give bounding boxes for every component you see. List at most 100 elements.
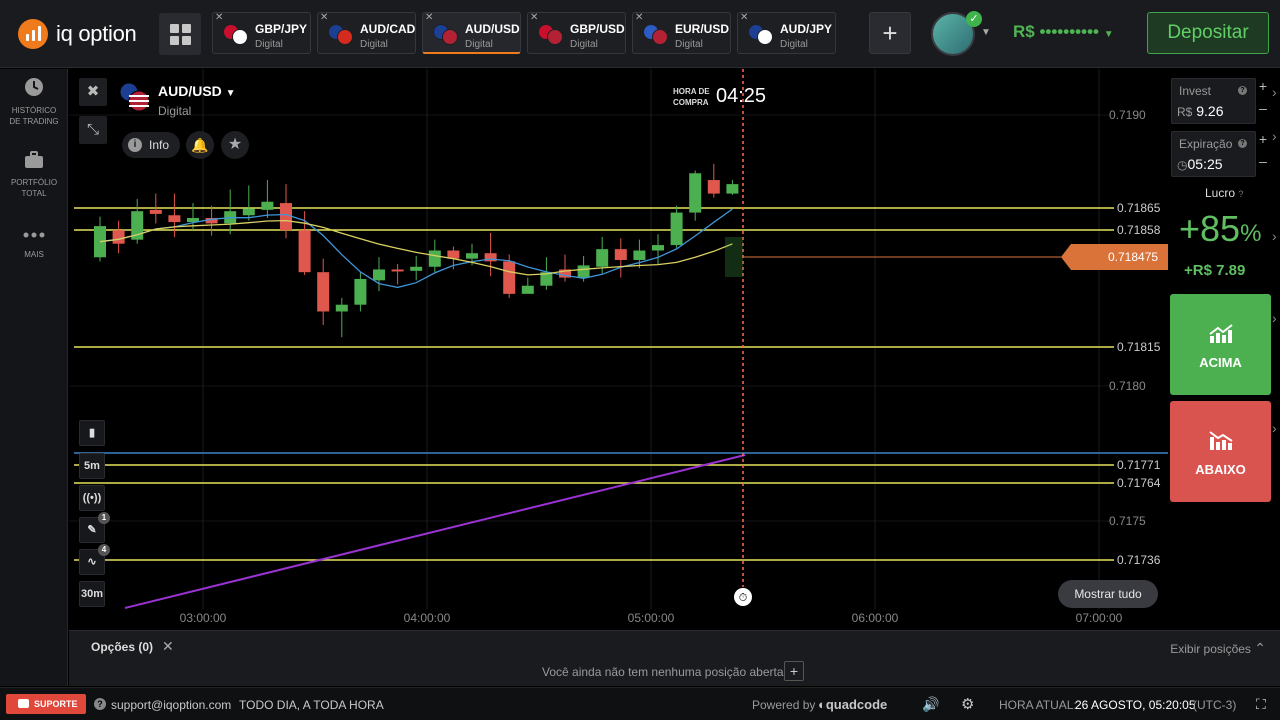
tab-type-label: Digital: [780, 39, 808, 50]
candle-body: [689, 173, 702, 213]
sidebar-item-portfolio[interactable]: PORTFÓLIO TOTAL: [0, 151, 68, 199]
invest-label: Invest: [1179, 84, 1212, 98]
add-position-button[interactable]: +: [784, 661, 804, 681]
tab-gbp-jpy[interactable]: ✕ GBP/JPY Digital: [212, 12, 311, 54]
sidebar-item-trading-history[interactable]: HISTÓRICO DE TRADING: [0, 77, 68, 127]
indicators-button[interactable]: ∿ 4: [79, 544, 110, 575]
deposit-button[interactable]: Depositar: [1147, 12, 1269, 54]
tab-aud-jpy[interactable]: ✕ AUD/JPY Digital: [737, 12, 836, 54]
volume-icon[interactable]: 🔊: [922, 696, 939, 713]
help-icon[interactable]: ?: [94, 698, 106, 710]
chart-type-candle-icon[interactable]: ▮: [79, 420, 105, 446]
chevron-down-icon[interactable]: ▼: [981, 27, 991, 38]
briefcase-icon: [25, 151, 43, 168]
support-button[interactable]: SUPORTE: [6, 694, 86, 714]
bell-icon[interactable]: 🔔: [186, 131, 214, 159]
timeframe-button[interactable]: 5m: [79, 453, 105, 479]
candle-body: [261, 201, 274, 210]
tab-eur-usd[interactable]: ✕ EUR/USD Digital: [632, 12, 731, 54]
x-tick-label: 07:00:00: [1076, 611, 1123, 625]
collapse-icon[interactable]: ⤡: [79, 116, 107, 144]
star-icon[interactable]: ★: [221, 131, 249, 159]
close-tab-icon[interactable]: ✕: [635, 12, 643, 23]
expiry-plus-button[interactable]: +: [1257, 131, 1269, 153]
left-sidebar: HISTÓRICO DE TRADING PORTFÓLIO TOTAL MAI…: [0, 69, 68, 686]
tab-pair-label: AUD/JPY: [780, 22, 833, 36]
tab-pair-label: AUD/CAD: [360, 22, 416, 36]
expiry-value[interactable]: ◷05:25: [1177, 156, 1223, 172]
candle-body: [428, 250, 441, 267]
tab-gbp-usd[interactable]: ✕ GBP/USD Digital: [527, 12, 626, 54]
up-button[interactable]: ACIMA: [1170, 294, 1271, 395]
show-all-button[interactable]: Mostrar tudo: [1058, 580, 1158, 608]
asset-name[interactable]: AUD/USD ▼: [158, 83, 236, 99]
down-button[interactable]: ABAIXO: [1170, 401, 1271, 502]
options-tab[interactable]: Opções (0): [91, 640, 153, 654]
pair-flag-icon: [223, 24, 249, 46]
help-icon[interactable]: ?: [1238, 86, 1247, 95]
purchase-countdown: 04:25: [716, 85, 767, 107]
invest-field[interactable]: Invest ? R$ 9.26: [1171, 78, 1256, 124]
candle-body: [242, 208, 255, 216]
candle-body: [335, 304, 348, 312]
quadcode-logo[interactable]: ◐quadcode: [818, 697, 887, 712]
tab-pair-label: GBP/USD: [570, 22, 625, 36]
side-arrow-icon[interactable]: ›: [1272, 420, 1280, 436]
info-icon: i: [128, 138, 142, 152]
close-tab-icon[interactable]: ✕: [740, 12, 748, 23]
side-arrow-icon[interactable]: ›: [1272, 228, 1280, 244]
info-button[interactable]: i Info: [122, 132, 180, 158]
expiry-minus-button[interactable]: –: [1257, 153, 1269, 175]
side-arrow-icon[interactable]: ›: [1272, 310, 1280, 326]
signal-icon[interactable]: ((•)): [79, 485, 105, 511]
side-arrow-icon[interactable]: ›: [1272, 84, 1280, 100]
candle-body: [707, 180, 720, 194]
fullscreen-icon[interactable]: ⛶: [1256, 696, 1266, 713]
level-label: 0.71815: [1117, 340, 1161, 354]
side-arrow-icon[interactable]: ›: [1272, 128, 1280, 144]
trend-down-icon: [1209, 431, 1233, 450]
balance-display[interactable]: R$ •••••••••• ▼: [1013, 22, 1114, 42]
gear-icon[interactable]: ⚙: [961, 695, 974, 713]
pair-flag-icon: [643, 24, 669, 46]
draw-count-badge: 1: [98, 512, 110, 524]
candle-body: [670, 212, 683, 246]
tab-type-label: Digital: [675, 39, 703, 50]
y-tick-label: 0.7175: [1109, 514, 1146, 528]
timer-icon-glyph: ⏱: [739, 591, 748, 604]
candle-body: [521, 285, 534, 294]
positions-panel: Opções (0) ✕ Exibir posições ⌃ Você aind…: [69, 630, 1280, 686]
asset-type: Digital: [158, 104, 192, 118]
invest-value[interactable]: R$ 9.26: [1177, 103, 1223, 119]
tab-aud-cad[interactable]: ✕ AUD/CAD Digital: [317, 12, 416, 54]
close-tab-icon[interactable]: ✕: [425, 12, 433, 23]
draw-tool-button[interactable]: ✎ 1: [79, 512, 110, 543]
asset-grid-button[interactable]: [159, 13, 201, 55]
expiry-label: Expiração: [1179, 137, 1233, 151]
more-dots-icon: [23, 232, 45, 238]
sidebar-item-more[interactable]: MAIS: [0, 229, 68, 260]
add-asset-button[interactable]: +: [869, 12, 911, 54]
support-email[interactable]: support@iqoption.com: [111, 698, 231, 712]
tab-type-label: Digital: [465, 39, 493, 50]
level-label: 0.71865: [1117, 201, 1161, 215]
show-positions-toggle[interactable]: Exibir posições ⌃: [1170, 640, 1266, 657]
close-icon[interactable]: ✕: [162, 638, 174, 655]
period-button[interactable]: 30m: [79, 581, 105, 607]
candle-body: [614, 249, 627, 260]
current-time-label: HORA ATUAL:: [999, 698, 1077, 712]
tab-aud-usd[interactable]: ✕ AUD/USD Digital: [422, 12, 521, 54]
close-tab-icon[interactable]: ✕: [530, 12, 538, 23]
candle-body: [373, 269, 385, 281]
help-icon[interactable]: ?: [1238, 139, 1247, 148]
close-tab-icon[interactable]: ✕: [215, 12, 223, 23]
close-chart-button[interactable]: ✖: [79, 78, 107, 106]
invest-minus-button[interactable]: –: [1257, 100, 1269, 122]
close-tab-icon[interactable]: ✕: [320, 12, 328, 23]
sidebar-item-label: DE TRADING: [9, 117, 59, 126]
last-candle-glow: [725, 237, 743, 277]
invest-plus-button[interactable]: +: [1257, 78, 1269, 100]
trend-line: [124, 454, 746, 609]
logo[interactable]: iq option: [18, 19, 137, 49]
expiry-field[interactable]: Expiração ? ◷05:25: [1171, 131, 1256, 177]
